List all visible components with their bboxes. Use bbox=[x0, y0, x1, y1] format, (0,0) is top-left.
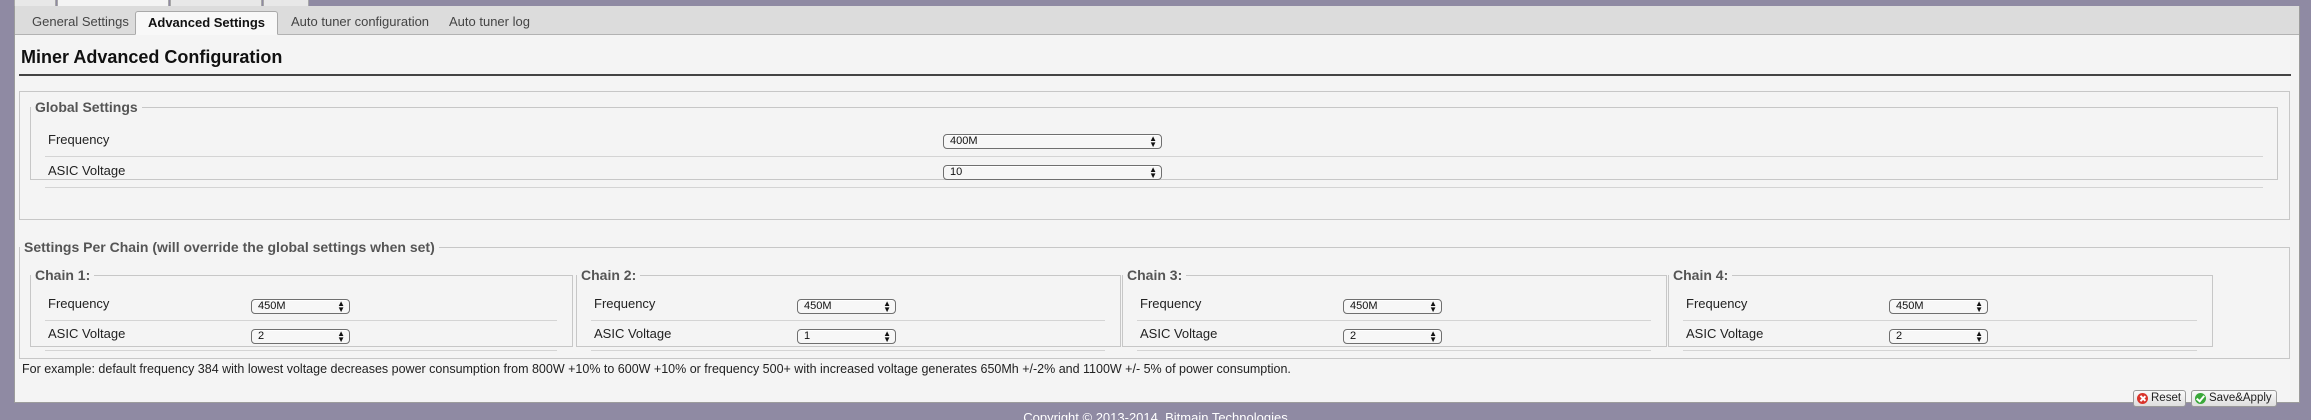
select-arrows-icon: ▲ ▼ bbox=[1149, 165, 1157, 180]
chain-3-voltage-value: 2 bbox=[1350, 330, 1357, 342]
select-arrows-icon: ▲ ▼ bbox=[337, 329, 345, 344]
chain-4-legend: Chain 4: bbox=[1673, 267, 1729, 283]
row-divider bbox=[1683, 350, 2197, 351]
global-frequency-value: 400M bbox=[950, 135, 978, 147]
tab-auto-tuner-log[interactable]: Auto tuner log bbox=[437, 11, 542, 34]
chain-1-fieldset: Chain 1: Frequency 450M ▲ ▼ ASIC Voltage … bbox=[30, 267, 573, 351]
global-voltage-label: ASIC Voltage bbox=[48, 163, 126, 178]
row-divider bbox=[45, 187, 2263, 188]
chain-2-frequency-select[interactable]: 450M ▲ ▼ bbox=[797, 299, 896, 314]
chain-4-fieldset: Chain 4: Frequency 450M ▲ ▼ ASIC Voltage … bbox=[1668, 267, 2213, 351]
chain-2-voltage-value: 1 bbox=[804, 330, 811, 342]
per-chain-legend: Settings Per Chain (will override the gl… bbox=[24, 239, 435, 255]
save-apply-button-label: Save&Apply bbox=[2209, 392, 2272, 404]
select-arrows-icon: ▲ ▼ bbox=[1975, 329, 1983, 344]
chain-2-voltage-label: ASIC Voltage bbox=[594, 326, 672, 341]
chain-1-frequency-label: Frequency bbox=[48, 296, 110, 311]
chain-2-frequency-label: Frequency bbox=[594, 296, 656, 311]
page-title: Miner Advanced Configuration bbox=[21, 47, 283, 67]
chain-2-legend: Chain 2: bbox=[581, 267, 637, 283]
select-arrows-icon: ▲ ▼ bbox=[1149, 134, 1157, 149]
chain-3-fieldset: Chain 3: Frequency 450M ▲ ▼ ASIC Voltage … bbox=[1122, 267, 1667, 351]
global-frequency-select[interactable]: 400M ▲ ▼ bbox=[943, 134, 1162, 149]
footer-copyright: Copyright © 2013-2014, Bitmain Technolog… bbox=[1023, 410, 1288, 420]
chain-1-legend: Chain 1: bbox=[35, 267, 91, 283]
select-arrows-icon: ▲ ▼ bbox=[1429, 299, 1437, 314]
chain-2-voltage-select[interactable]: 1 ▲ ▼ bbox=[797, 329, 896, 344]
chain-4-voltage-label: ASIC Voltage bbox=[1686, 326, 1764, 341]
chain-2-fieldset: Chain 2: Frequency 450M ▲ ▼ ASIC Voltage … bbox=[576, 267, 1121, 351]
chain-4-frequency-select[interactable]: 450M ▲ ▼ bbox=[1889, 299, 1988, 314]
select-arrows-icon: ▲ ▼ bbox=[1975, 299, 1983, 314]
reset-button-label: Reset bbox=[2151, 392, 2182, 404]
global-voltage-select[interactable]: 10 ▲ ▼ bbox=[943, 165, 1162, 180]
chain-3-frequency-label: Frequency bbox=[1140, 296, 1202, 311]
chain-3-legend: Chain 3: bbox=[1127, 267, 1183, 283]
select-arrows-icon: ▲ ▼ bbox=[883, 329, 891, 344]
chain-2-frequency-value: 450M bbox=[804, 300, 832, 312]
row-divider bbox=[591, 320, 1105, 321]
chain-4-voltage-select[interactable]: 2 ▲ ▼ bbox=[1889, 329, 1988, 344]
row-divider bbox=[45, 350, 557, 351]
reset-button[interactable]: Reset bbox=[2133, 390, 2187, 407]
title-divider bbox=[19, 74, 2291, 76]
chain-3-frequency-value: 450M bbox=[1350, 300, 1378, 312]
power-consumption-note: For example: default frequency 384 with … bbox=[22, 362, 1291, 376]
chain-4-frequency-label: Frequency bbox=[1686, 296, 1748, 311]
chain-1-voltage-select[interactable]: 2 ▲ ▼ bbox=[251, 329, 350, 344]
tab-auto-tuner-configuration[interactable]: Auto tuner configuration bbox=[279, 11, 441, 34]
chain-3-voltage-select[interactable]: 2 ▲ ▼ bbox=[1343, 329, 1442, 344]
select-arrows-icon: ▲ ▼ bbox=[883, 299, 891, 314]
chain-3-voltage-label: ASIC Voltage bbox=[1140, 326, 1218, 341]
chain-1-voltage-value: 2 bbox=[258, 330, 265, 342]
tab-advanced-settings[interactable]: Advanced Settings bbox=[135, 11, 279, 35]
row-divider bbox=[591, 350, 1105, 351]
per-chain-fieldset: Settings Per Chain (will override the gl… bbox=[19, 239, 2290, 359]
chain-1-frequency-select[interactable]: 450M ▲ ▼ bbox=[251, 299, 350, 314]
chain-4-voltage-value: 2 bbox=[1896, 330, 1903, 342]
global-frequency-label: Frequency bbox=[48, 132, 110, 147]
global-voltage-value: 10 bbox=[950, 166, 963, 178]
settings-tabs: General Settings Advanced Settings Auto … bbox=[15, 6, 2299, 35]
page-root: General Settings Advanced Settings Auto … bbox=[0, 0, 2311, 420]
tab-general-settings[interactable]: General Settings bbox=[20, 11, 141, 34]
row-divider bbox=[1683, 320, 2197, 321]
global-settings-fieldset: Global Settings Frequency 400M ▲ ▼ ASIC V… bbox=[30, 99, 2278, 188]
main-panel: General Settings Advanced Settings Auto … bbox=[14, 6, 2300, 407]
save-apply-button[interactable]: Save&Apply bbox=[2191, 390, 2277, 407]
chain-3-frequency-select[interactable]: 450M ▲ ▼ bbox=[1343, 299, 1442, 314]
global-settings-legend: Global Settings bbox=[35, 99, 138, 115]
select-arrows-icon: ▲ ▼ bbox=[1429, 329, 1437, 344]
select-arrows-icon: ▲ ▼ bbox=[337, 299, 345, 314]
chain-4-frequency-value: 450M bbox=[1896, 300, 1924, 312]
row-divider bbox=[45, 156, 2263, 157]
chain-1-voltage-label: ASIC Voltage bbox=[48, 326, 126, 341]
global-settings-outer-fieldset: Global Settings Frequency 400M ▲ ▼ ASIC V… bbox=[19, 91, 2290, 220]
chain-1-frequency-value: 450M bbox=[258, 300, 286, 312]
row-divider bbox=[1137, 350, 1651, 351]
checkmark-icon bbox=[2195, 393, 2206, 404]
row-divider bbox=[45, 320, 557, 321]
row-divider bbox=[1137, 320, 1651, 321]
reset-icon bbox=[2137, 393, 2148, 404]
